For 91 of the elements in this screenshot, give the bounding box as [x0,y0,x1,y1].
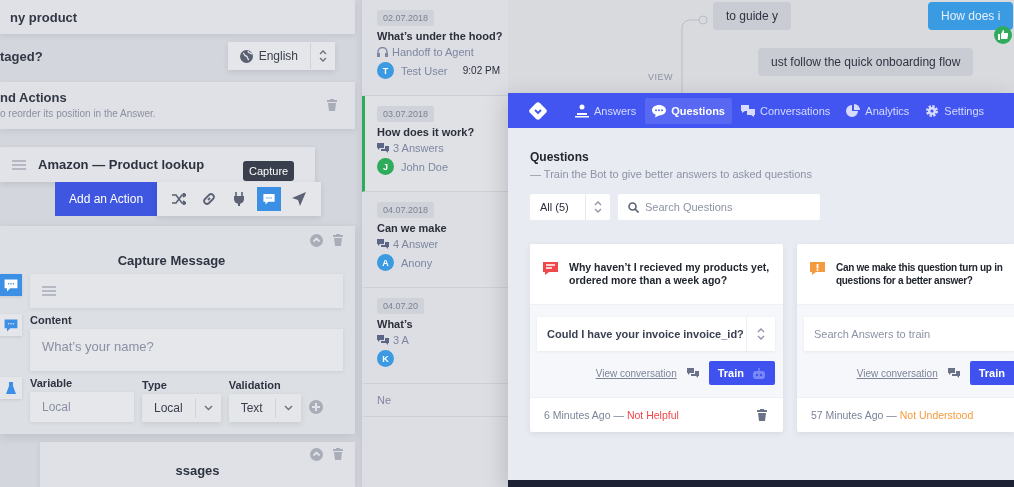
user-name: Anony [401,256,433,269]
section-hint: o reorder its position in the Answer. [0,108,156,119]
conversation-title: Ne [377,394,393,406]
up-down-arrows-icon [594,201,602,213]
chat-message: ust follow the quick onboarding flow [758,48,974,76]
timestamp: 9:02 PM [462,65,500,76]
person-icon [575,103,589,118]
send-icon [292,192,307,206]
drag-handle-icon [42,286,56,296]
section-title: nd Actions [0,90,68,105]
shuffle-icon [172,193,187,205]
conversation-item[interactable]: 04.07.20 What’s 3 A K [362,288,508,384]
chat-bubbles-icon [741,103,755,118]
avatar: A [377,254,394,271]
view-conversation-link[interactable]: View conversation [595,367,677,379]
question-text: Can we make this question turn up in questions for a better answer? [836,261,1004,288]
capture-tooltip: Capture [243,161,295,181]
field-label: Validation [228,379,281,391]
chat-message: to guide y [713,2,792,30]
date-label: 02.07.2018 [377,10,435,26]
user-name: Test User [401,64,448,77]
flask-drawing [6,382,16,394]
chat-bubbles-icon [377,335,389,345]
question-text: taged? [0,48,43,64]
plug-icon [233,192,246,206]
field-label: Variable [30,377,73,389]
page-title: Questions [530,150,590,164]
nav-tab[interactable]: Analytics [839,97,917,124]
train-button[interactable]: Train [969,361,1014,385]
robot-icon [752,367,766,379]
chat-bubbles-icon [377,143,389,153]
pie-chart-icon [846,103,861,118]
question-text: ny product [10,10,78,25]
avatar: T [377,62,394,79]
avatar: K [377,350,394,367]
chat-bubbles-icon [686,368,699,378]
conversation-title: How does it work? [377,126,475,138]
search-icon [628,202,639,213]
language-select[interactable]: English [227,42,335,70]
card-status: 6 Minutes Ago — Not Helpful [544,409,679,421]
conversation-item[interactable]: 04.07.2018 Can we make 4 Answer A Anony [362,192,508,288]
train-button[interactable]: Train [708,361,775,385]
question-text: Why haven’t I recieved my products yet, ordered more than a week ago? [569,261,771,288]
card-title: Capture Message [117,253,226,268]
page-subtitle: — Train the Bot to give better answers to asked questions [530,168,813,180]
up-down-arrows-icon [319,50,327,62]
conversation-item[interactable]: 03.07.2018 How does it work? 3 Answers J John Doe [362,96,508,192]
settings-icon [925,103,940,118]
card-status: 57 Minutes Ago — Not Understood [811,409,974,421]
drag-handle-icon [12,159,26,170]
field-label: Content [30,314,72,326]
add-action-button[interactable]: Add an Action [55,182,158,216]
chat-bubbles-icon [377,239,389,249]
view-conversation-link[interactable]: View conversation [856,367,938,379]
chat-bubble-icon [262,192,277,206]
answer-field[interactable]: Could I have your invoice invoice_id? [537,317,775,351]
nav-tab[interactable]: Settings [918,97,992,124]
link-icon [202,192,217,206]
answer-count: 3 Answers [393,142,444,154]
answer-count: 4 Answer [393,238,439,250]
action-title: Amazon — Product lookup [38,157,205,172]
field-label: Type [142,379,167,391]
filter-select[interactable]: All (5) [530,194,610,220]
nav-tab[interactable]: Answers [568,97,644,124]
card-title: ssages [175,463,220,478]
avatar: J [377,158,394,175]
trash-icon[interactable] [757,409,767,421]
answer-count: Handoff to Agent [392,46,474,58]
chat-bubble-icon [652,103,667,118]
conversation-title: What’s [377,318,413,330]
chat-message: How does i [928,2,1014,30]
date-label: 04.07.2018 [377,202,435,218]
date-label: 04.07.20 [377,298,425,314]
select-field[interactable]: Text [228,394,301,422]
date-label: 03.07.2018 [377,106,435,122]
globe-icon [239,49,253,63]
chat-bubbles-icon [947,368,960,378]
select-field[interactable]: Local [142,394,221,422]
search-field[interactable]: Search Questions [618,194,820,220]
answer-search-field[interactable]: Search Answers to train [804,317,1014,351]
conversation-title: Can we make [377,222,447,234]
answer-count: 3 A [393,334,409,346]
thumb-drawing [998,30,1008,40]
up-down-arrows-icon [757,328,765,340]
chevron-down-icon [283,405,293,411]
chevron-down-icon [203,405,213,411]
conversation-title: What’s under the hood? [377,30,503,42]
user-name: John Doe [401,160,449,173]
nav-tab[interactable]: Questions [645,97,732,124]
nav-tab[interactable]: Conversations [734,97,838,124]
headset-icon [377,46,388,58]
